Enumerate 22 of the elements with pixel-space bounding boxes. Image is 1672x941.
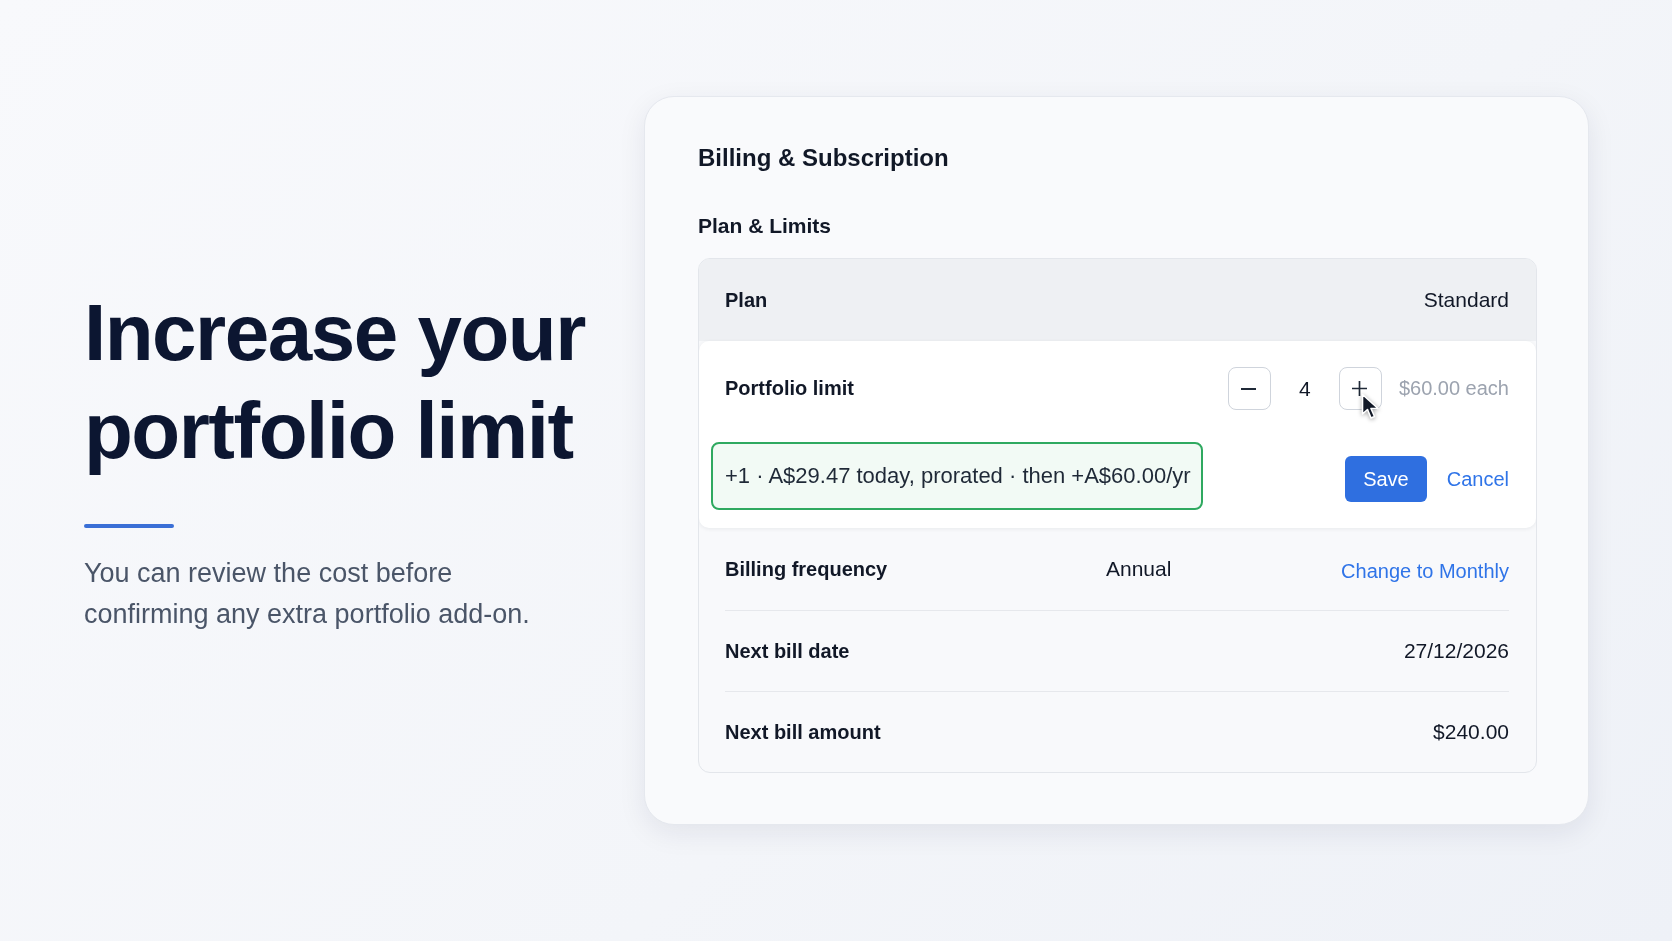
plus-icon [1352, 380, 1368, 396]
description: You can review the cost before confirming any extra portfolio add-on. [84, 557, 531, 631]
portfolio-limit-label: Portfolio limit [725, 377, 854, 400]
minus-icon [1241, 387, 1257, 390]
quantity-value: 4 [1298, 376, 1312, 401]
row-value: $240.00 [1433, 720, 1509, 744]
section-title: Plan & Limits [698, 213, 833, 239]
proration-summary: +1 · A$29.47 today, prorated · then +A$60.00/yr [711, 442, 1203, 510]
cancel-link[interactable]: Cancel [1446, 467, 1509, 491]
card-title: Billing & Subscription [698, 143, 950, 173]
save-button[interactable]: Save [1345, 456, 1427, 502]
row-value: 27/12/2026 [1403, 639, 1509, 663]
unit-price: $60.00 each [1398, 377, 1509, 400]
row-label: Next bill date [725, 639, 851, 663]
increase-button[interactable] [1338, 367, 1382, 410]
plan-value: Standard [1423, 288, 1509, 312]
headline: Increase your portfolio limit [84, 287, 587, 477]
row-label: Next bill amount [725, 720, 882, 744]
row-value: Annual [1106, 557, 1173, 581]
plan-label: Plan [725, 288, 768, 312]
row-label: Billing frequency [725, 557, 889, 581]
change-link[interactable]: Change to Monthly [1341, 560, 1509, 583]
